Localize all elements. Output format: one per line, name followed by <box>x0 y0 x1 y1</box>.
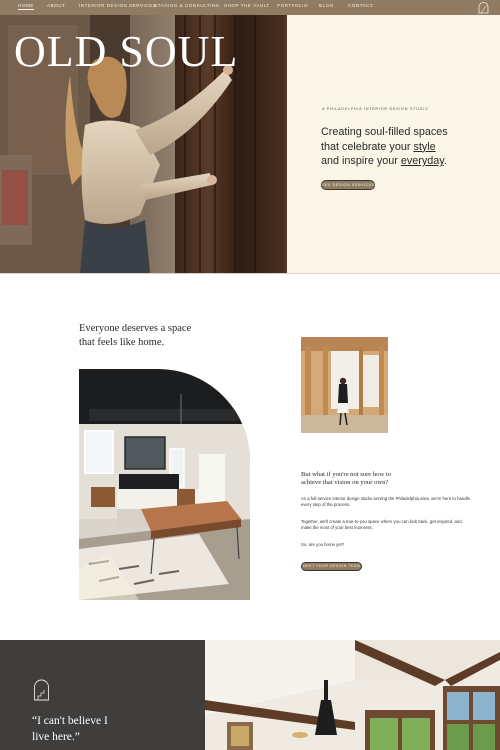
intro-question: But what if you're not sure how to achie… <box>301 471 431 487</box>
nav-link-interior-design-services[interactable]: INTERIOR DESIGN SERVICES <box>79 3 156 8</box>
testimonial-quote-line2: live here.” <box>32 730 80 743</box>
nav-link-portfolio[interactable]: PORTFOLIO <box>277 3 308 8</box>
nav-link-shop-the-vault[interactable]: SHOP THE VAULT <box>224 3 270 8</box>
hero-heading-style-link: style <box>413 140 436 153</box>
nav-link-staging-consulting[interactable]: STAGING & CONSULTING <box>154 3 220 8</box>
top-navigation-bar: HOME ABOUT INTERIOR DESIGN SERVICES STAG… <box>0 0 500 15</box>
intro-question-line2: achieve that vision on your own? <box>301 479 389 487</box>
bedroom-arch-photo <box>79 369 250 600</box>
hero-eyebrow: A PHILADELPHIA INTERIOR DESIGN STUDIO <box>322 107 429 111</box>
intro-paragraph-3: So, are you home yet? <box>301 542 345 547</box>
intro-paragraph-2: Together, we'll create a true-to-you spa… <box>301 519 462 531</box>
brand-logo-text[interactable]: OLD SOUL <box>14 30 238 74</box>
testimonial-quote-line1: “I can't believe I <box>32 715 108 727</box>
arch-monogram-icon[interactable] <box>477 1 490 14</box>
hero-heading-line3: and inspire your <box>321 155 401 167</box>
hero-heading-period: . <box>443 155 447 167</box>
testimonial-quote: “I can't believe I live here.” <box>32 714 132 745</box>
arch-doorway-icon <box>34 679 49 701</box>
meet-your-design-team-button[interactable]: MEET YOUR DESIGN TEAM <box>301 562 362 571</box>
nav-link-contact[interactable]: CONTACT <box>348 3 373 8</box>
intro-question-line1: But what if you're not sure how to <box>301 471 392 478</box>
nav-link-about[interactable]: ABOUT <box>47 3 65 8</box>
intro-heading: Everyone deserves a space that feels lik… <box>79 322 229 350</box>
section-divider <box>0 273 500 274</box>
renovation-photo <box>301 337 388 433</box>
see-design-services-button[interactable]: SEE DESIGN SERVICES <box>321 180 375 190</box>
hero-heading: Creating soul-filled spaces that celebra… <box>321 125 481 169</box>
intro-heading-line2: that feels like home. <box>79 337 165 348</box>
nav-link-blog[interactable]: BLOG <box>319 3 334 8</box>
hero-heading-line2: that celebrate your <box>321 140 414 153</box>
living-room-photo <box>205 640 500 750</box>
hero-heading-line1: Creating soul-filled spaces <box>321 126 448 138</box>
hero-heading-everyday-link: everyday <box>400 155 444 167</box>
intro-paragraph-1: As a full-service interior design studio… <box>301 496 470 508</box>
intro-heading-line1: Everyone deserves a space <box>79 323 192 334</box>
nav-link-home[interactable]: HOME <box>18 3 34 10</box>
